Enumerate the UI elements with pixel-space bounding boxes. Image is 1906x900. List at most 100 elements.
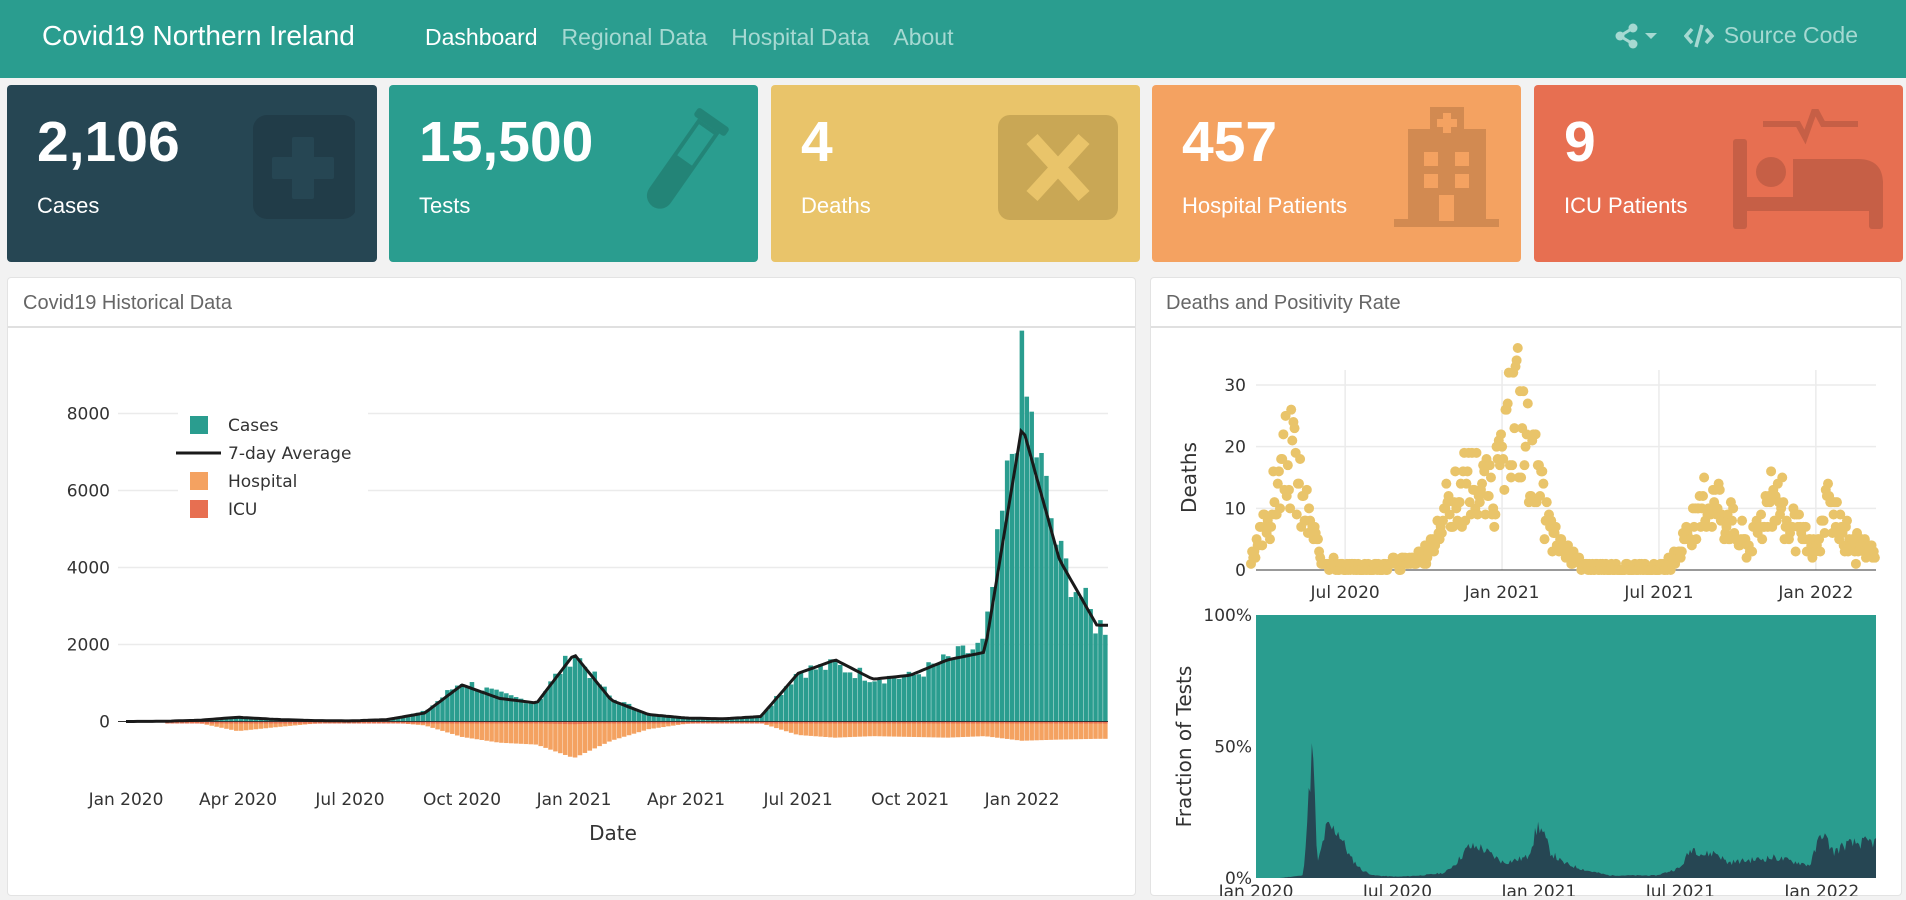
x-tick-label: Oct 2020 [423, 790, 501, 810]
y-tick-label: 2000 [67, 636, 110, 656]
hospital-bar [808, 721, 814, 736]
hospital-bar [562, 721, 568, 755]
hospital-bar [862, 721, 868, 737]
cases-bar [941, 654, 946, 722]
death-point [1539, 534, 1550, 545]
death-point [1301, 484, 1312, 495]
death-point [1490, 509, 1501, 520]
share-icon [1615, 23, 1638, 48]
legend-entry: Cases [228, 416, 279, 436]
hospital-bar [567, 721, 573, 757]
death-point [1818, 515, 1829, 526]
nav-regional-data[interactable]: Regional Data [562, 24, 708, 51]
hospital-bar [911, 721, 917, 737]
historical-chart[interactable]: 0 2000 4000 6000 8000 Jan 2020 Apr 2020 Jul 202… [8, 330, 1135, 896]
hospital-bar [965, 721, 971, 737]
cases-bar [887, 675, 892, 722]
cases-bar [936, 664, 941, 722]
cases-bar [558, 673, 563, 722]
x-tick-label: Jul 2020 [314, 790, 384, 810]
medkit-icon [253, 115, 355, 219]
cases-bar [523, 703, 529, 722]
cases-bar [1019, 330, 1025, 722]
cases-value: 2,106 [37, 110, 180, 174]
nav-about[interactable]: About [893, 24, 953, 51]
death-point [1541, 497, 1552, 508]
hospital-bar [612, 721, 617, 740]
deaths-chart[interactable]: 0 10 20 30 Jul 2020 Jan 2021 Jul 2021 Jan 2022 D… [1151, 330, 1901, 896]
death-point [1728, 503, 1739, 514]
hospital-bar [901, 721, 907, 737]
cases-bar [479, 690, 485, 722]
hospital-bar [602, 721, 607, 744]
hospital-bar [548, 721, 553, 750]
y-tick-label: 4000 [67, 559, 110, 579]
x-tick-label: Jan 2022 [984, 790, 1060, 810]
cases-bar [906, 671, 912, 722]
hospital-icon [1394, 107, 1499, 227]
death-point [1295, 454, 1306, 464]
x-tick-label: Jul 2020 [1362, 882, 1432, 896]
x-tick-label: Jan 2020 [1218, 882, 1294, 896]
y-tick-label: 20 [1224, 438, 1246, 458]
death-point [1699, 472, 1710, 483]
hospital-bar [1034, 721, 1039, 741]
x-tick-label: Jan 2021 [1464, 583, 1540, 603]
cases-bar [1053, 544, 1059, 722]
hospital-bar [887, 721, 892, 737]
death-point [1538, 478, 1549, 489]
hospital-bar [995, 721, 1000, 738]
hospital-bar [926, 721, 931, 738]
hospital-bar [1009, 721, 1015, 740]
hospital-bar [842, 721, 848, 738]
death-point [1489, 521, 1500, 532]
source-code-link[interactable]: Source Code [1683, 22, 1858, 49]
death-point [1850, 558, 1861, 569]
icu-label: ICU Patients [1564, 193, 1688, 218]
y-tick-label: 50% [1214, 738, 1252, 758]
cases-bar [798, 672, 804, 722]
card-deaths: 4 Deaths [771, 85, 1140, 262]
cases-bar [882, 683, 887, 722]
death-point [1257, 540, 1268, 551]
nav-dashboard[interactable]: Dashboard [425, 24, 538, 51]
hospital-bar [833, 721, 838, 738]
hospital-bar [1088, 721, 1093, 739]
death-point [1737, 515, 1748, 526]
cases-bar [793, 673, 799, 722]
cases-bar [1103, 634, 1108, 722]
death-point [1485, 472, 1496, 483]
card-icu: 9 ICU Patients [1534, 85, 1903, 262]
hospital-bar [499, 721, 504, 743]
hospital-bar [459, 721, 465, 737]
hospital-bar [508, 721, 514, 744]
x-tick-label: Jul 2021 [1623, 583, 1693, 603]
hospital-bar [1004, 721, 1010, 739]
cases-bar [808, 665, 814, 722]
cases-bar [1073, 592, 1079, 722]
cases-bar [464, 685, 470, 722]
death-point [1831, 497, 1842, 508]
hospital-bar [543, 721, 548, 748]
cases-bar [587, 678, 593, 722]
hospital-bar [1044, 721, 1049, 740]
share-dropdown[interactable] [1614, 23, 1658, 49]
death-point [1869, 552, 1880, 563]
hospital-bar [518, 721, 524, 744]
hospital-bar [882, 721, 887, 737]
hospital-bar [837, 721, 843, 738]
death-point [1522, 398, 1533, 409]
brand-title[interactable]: Covid19 Northern Ireland [42, 20, 355, 52]
tests-value: 15,500 [419, 110, 594, 174]
nav-hospital-data[interactable]: Hospital Data [731, 24, 869, 51]
death-point [1250, 552, 1261, 563]
death-point [1293, 478, 1304, 489]
death-point [1512, 343, 1523, 353]
hospital-bar [621, 721, 627, 737]
death-point [1727, 515, 1738, 526]
y-tick-label: 0 [99, 713, 110, 733]
y-axis-label: Fraction of Tests [1172, 666, 1196, 828]
hospital-bar [1083, 721, 1088, 740]
card-cases: 2,106 Cases [7, 85, 377, 262]
hospital-bar [1063, 721, 1069, 740]
